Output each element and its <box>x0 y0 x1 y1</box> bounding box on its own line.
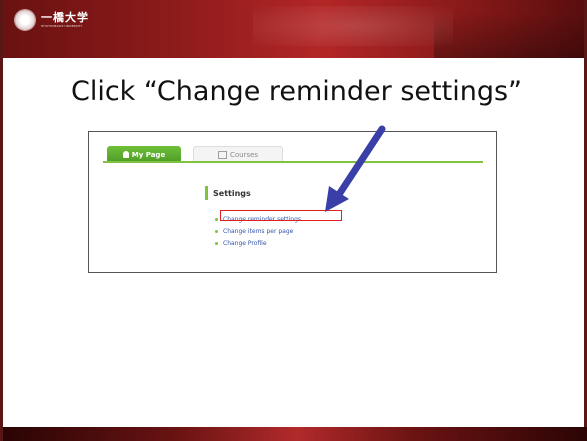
tab-bar: My Page Courses <box>89 132 496 163</box>
list-item: Change Profile <box>215 238 405 248</box>
tab-underline <box>103 161 483 163</box>
person-icon <box>122 151 129 158</box>
bullet-icon <box>215 229 218 233</box>
bullet-icon <box>215 241 218 245</box>
change-items-per-page-link[interactable]: Change items per page <box>223 228 293 235</box>
highlight-box <box>220 210 342 221</box>
change-profile-link[interactable]: Change Profile <box>223 240 267 247</box>
slide: 一橋大学 HITOTSUBASHI UNIVERSITY Click “Chan… <box>0 0 587 441</box>
emblem-icon <box>15 10 35 30</box>
embedded-screenshot: My Page Courses Settings Change reminder… <box>88 131 497 273</box>
logo-subtitle: HITOTSUBASHI UNIVERSITY <box>41 23 83 28</box>
header-band: 一橋大学 HITOTSUBASHI UNIVERSITY <box>3 0 584 58</box>
footer-band <box>3 427 587 441</box>
settings-title: Settings <box>213 188 251 198</box>
list-item: Change items per page <box>215 226 405 236</box>
logo-text: 一橋大学 HITOTSUBASHI UNIVERSITY <box>41 10 89 29</box>
logo-title: 一橋大学 <box>41 10 89 24</box>
heading-accent-bar <box>205 186 208 200</box>
slide-heading: Click “Change reminder settings” <box>70 76 523 107</box>
tab-label: My Page <box>131 150 166 159</box>
university-logo: 一橋大学 HITOTSUBASHI UNIVERSITY <box>15 10 89 30</box>
bullet-icon <box>215 217 218 221</box>
tab-label: Courses <box>229 151 259 159</box>
courses-icon <box>217 151 227 159</box>
settings-heading: Settings <box>205 186 405 200</box>
